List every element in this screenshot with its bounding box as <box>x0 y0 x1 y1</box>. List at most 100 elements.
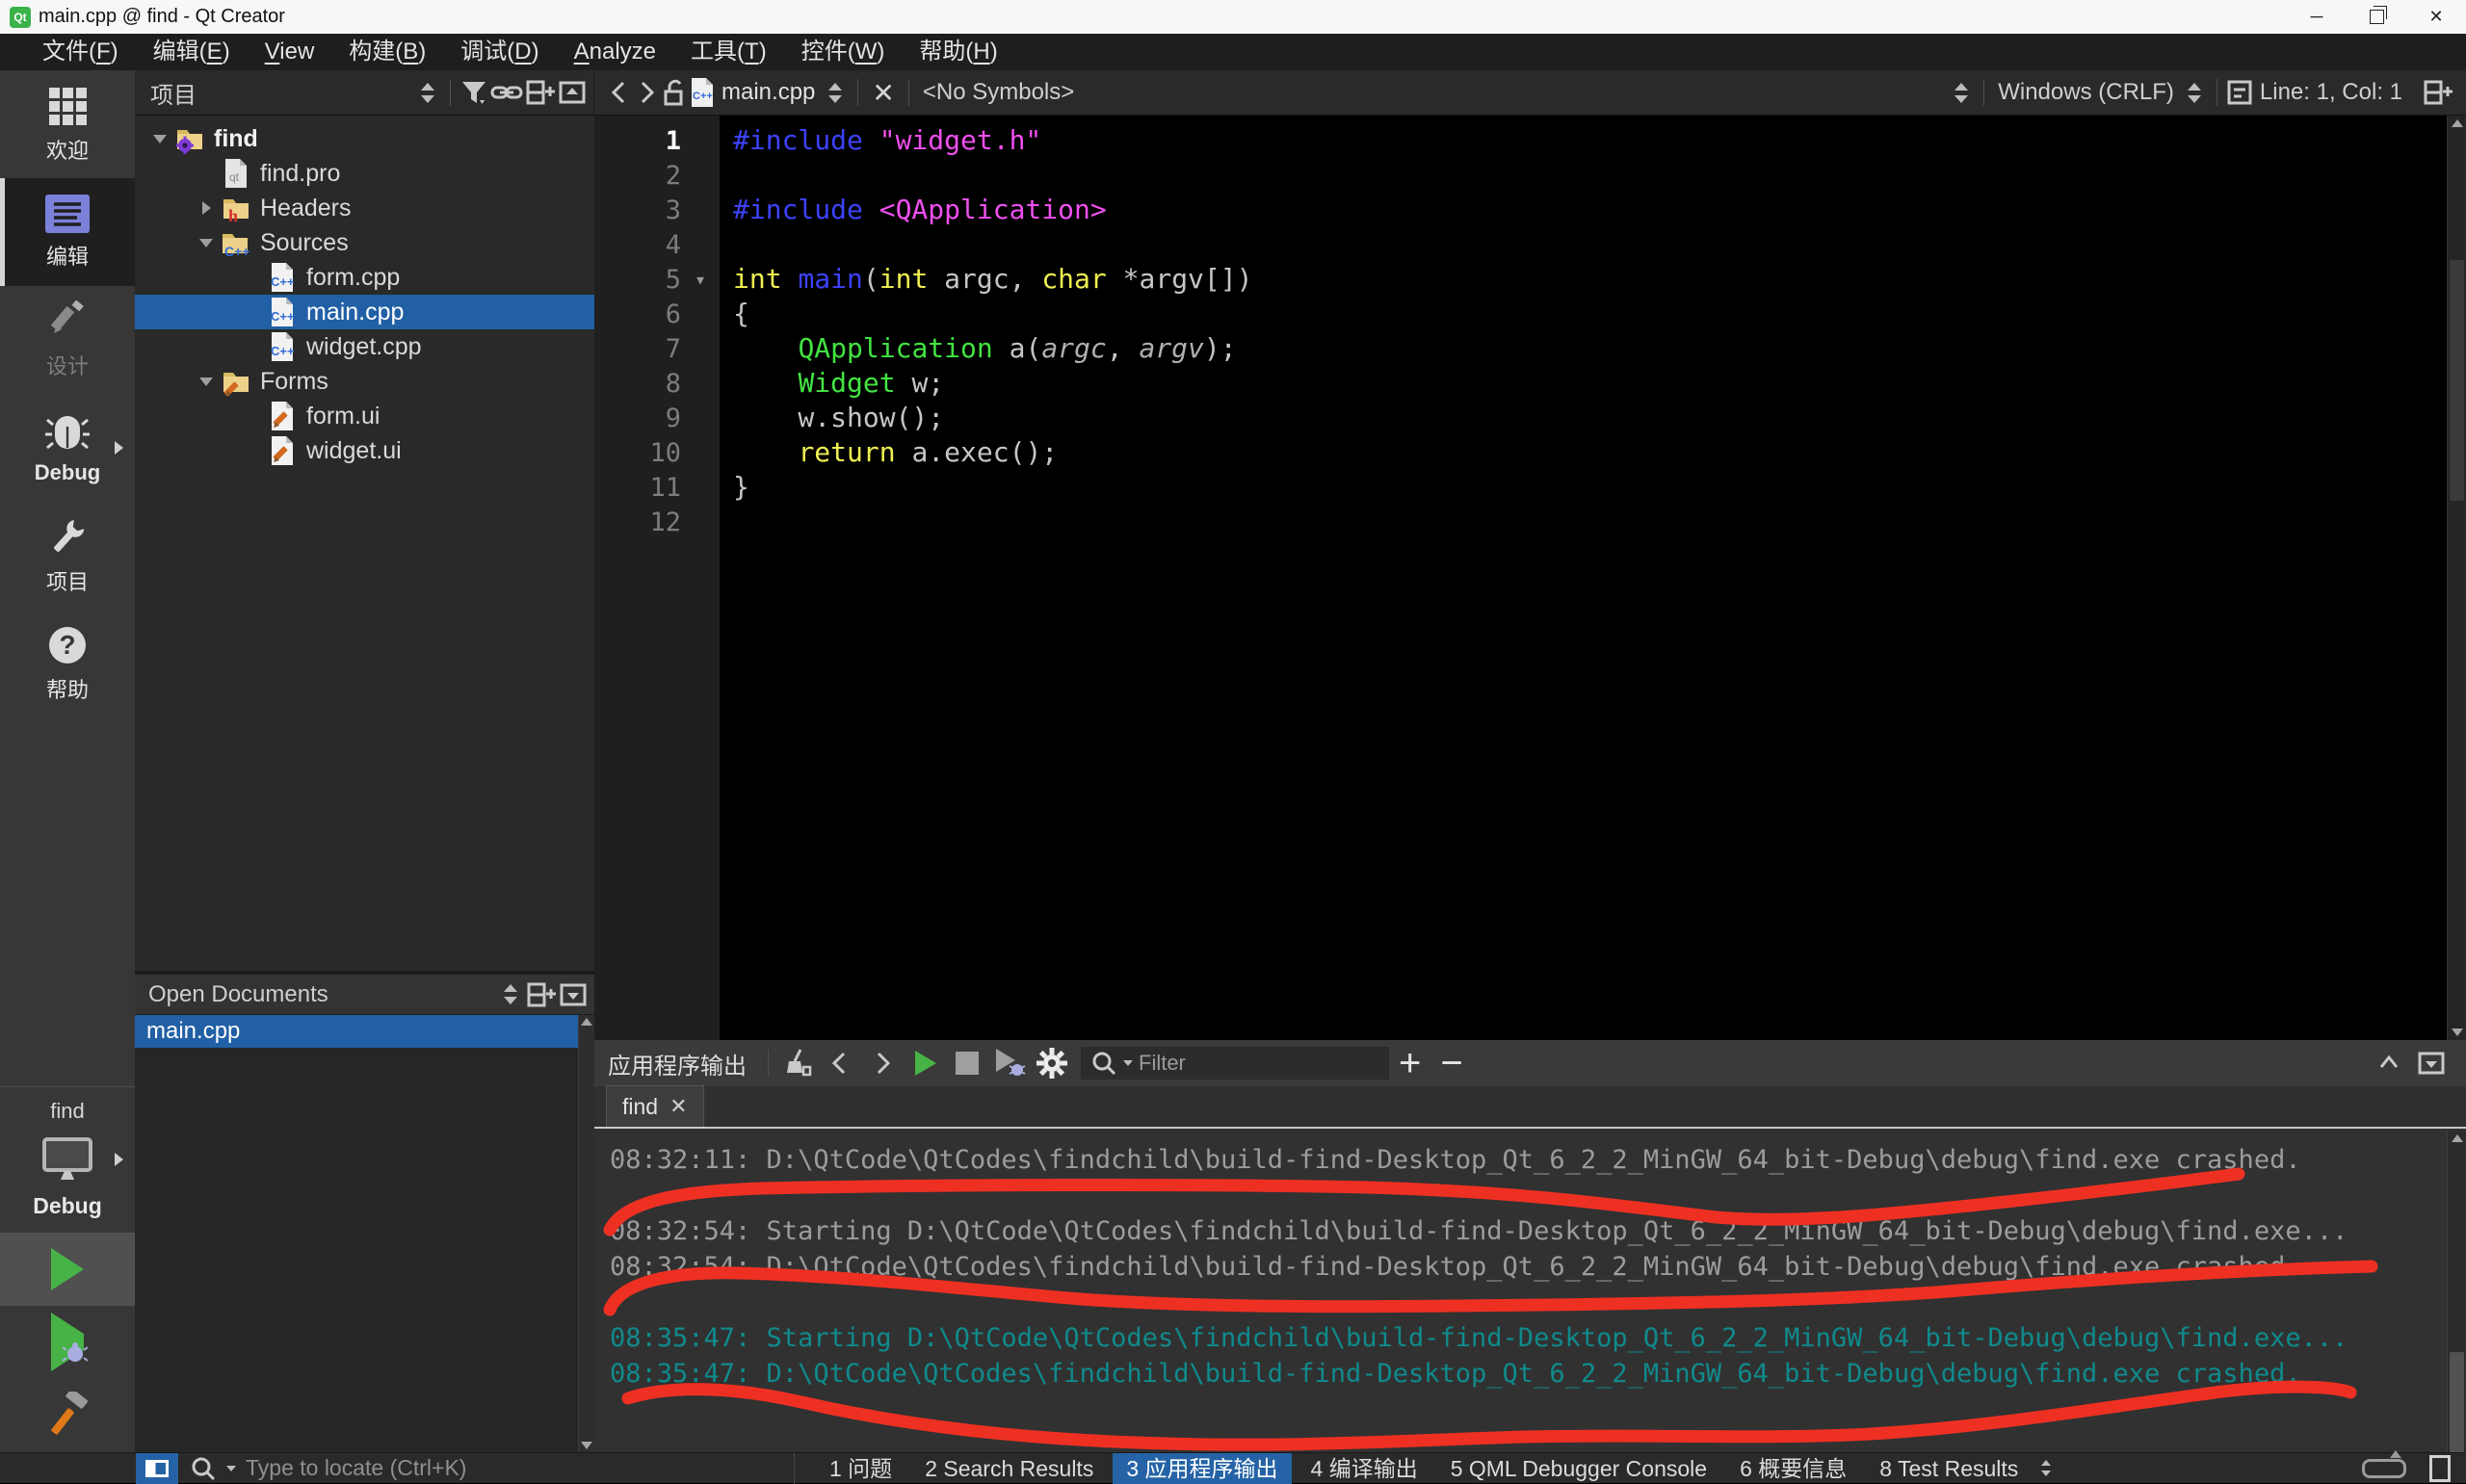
editor-code-area[interactable]: #include "widget.h"#include <QApplicatio… <box>720 116 2447 1040</box>
open-documents-combo[interactable]: Open Documents <box>148 981 328 1008</box>
forward-icon[interactable] <box>633 77 660 108</box>
scroll-up-icon[interactable] <box>2452 1134 2463 1142</box>
line-ending-combo[interactable]: Windows (CRLF) <box>1998 79 2174 106</box>
filter-icon[interactable] <box>459 77 489 108</box>
build-button[interactable] <box>0 1379 135 1452</box>
mode-sidebar: 欢迎编辑设计Debug项目?帮助findDebug <box>0 70 135 1452</box>
pane-button-2[interactable]: 2 Search Results <box>911 1453 1107 1484</box>
expander-open-icon[interactable] <box>193 378 220 386</box>
debug-run-button[interactable] <box>0 1306 135 1379</box>
code-editor[interactable]: 12345▾6789101112 #include "widget.h"#inc… <box>594 116 2466 1040</box>
project-pane-combo[interactable]: 项目 <box>150 76 197 110</box>
tree-item-find.pro[interactable]: qtfind.pro <box>135 156 594 191</box>
run-icon[interactable] <box>904 1044 946 1082</box>
maximize-pane-icon[interactable] <box>2368 1044 2410 1082</box>
sync-with-editor-icon[interactable] <box>489 77 524 108</box>
expander-open-icon[interactable] <box>193 239 220 247</box>
symbols-combo[interactable]: <No Symbols> <box>923 79 1074 106</box>
sidebar-mode-项目[interactable]: 项目 <box>0 502 135 610</box>
pane-button-1[interactable]: 1 问题 <box>816 1453 905 1484</box>
open-documents-scrollbar[interactable] <box>578 1015 594 1452</box>
open-documents-spinner[interactable] <box>504 984 517 1004</box>
scroll-up-icon[interactable] <box>2452 119 2463 127</box>
locator-input[interactable]: Type to locate (Ctrl+K) <box>178 1453 795 1484</box>
output-tab-find[interactable]: find ✕ <box>606 1085 704 1127</box>
close-pane-down-icon[interactable] <box>2410 1044 2453 1082</box>
pane-button-6[interactable]: 6 概要信息 <box>1726 1453 1860 1484</box>
fold-marker-icon[interactable]: ▾ <box>681 268 720 291</box>
file-combo-spinner[interactable] <box>828 83 842 103</box>
zoom-out-button[interactable]: − <box>1430 1044 1472 1082</box>
toggle-left-sidebar-button[interactable] <box>136 1453 178 1484</box>
split-pane-icon[interactable] <box>524 77 557 108</box>
close-pane-down-icon[interactable] <box>558 979 589 1010</box>
output-scrollbar[interactable] <box>2447 1131 2466 1452</box>
close-document-icon[interactable]: ✕ <box>872 77 894 109</box>
close-button[interactable]: ✕ <box>2406 0 2466 34</box>
minimize-button[interactable]: ─ <box>2287 0 2347 34</box>
open-file-combo[interactable]: main.cpp <box>721 79 815 106</box>
open-document-row[interactable]: main.cpp <box>135 1015 578 1048</box>
sidebar-mode-欢迎[interactable]: 欢迎 <box>0 70 135 178</box>
toggle-right-sidebar-button[interactable] <box>2429 1455 2451 1482</box>
pane-buttons-spinner[interactable] <box>2041 1460 2051 1476</box>
menu-item[interactable]: 调试(D) <box>443 34 556 70</box>
menu-item[interactable]: 编辑(E) <box>136 34 248 70</box>
kit-selector-button[interactable] <box>0 1130 135 1189</box>
sidebar-mode-编辑[interactable]: 编辑 <box>0 178 135 286</box>
scrollbar-thumb[interactable] <box>2450 1352 2464 1468</box>
back-icon[interactable] <box>606 77 633 108</box>
tree-item-Headers[interactable]: hHeaders <box>135 191 594 225</box>
close-tab-icon[interactable]: ✕ <box>669 1094 687 1119</box>
menu-item[interactable]: 文件(F) <box>25 34 136 70</box>
run-button[interactable] <box>0 1233 135 1306</box>
tree-item-Forms[interactable]: Forms <box>135 364 594 399</box>
build-progress-icon[interactable] <box>2362 1459 2406 1478</box>
document-info-icon[interactable] <box>2225 78 2254 107</box>
menu-item[interactable]: 工具(T) <box>673 34 784 70</box>
tree-item-form.ui[interactable]: form.ui <box>135 399 594 433</box>
editor-scrollbar[interactable] <box>2447 116 2466 1040</box>
menu-item[interactable]: 控件(W) <box>784 34 903 70</box>
scroll-down-icon[interactable] <box>581 1442 592 1449</box>
line-ending-spinner[interactable] <box>2188 83 2201 103</box>
settings-gear-icon[interactable] <box>1031 1044 1073 1082</box>
scrollbar-thumb[interactable] <box>2450 260 2464 501</box>
expander-closed-icon[interactable] <box>193 201 220 215</box>
locator-placeholder: Type to locate (Ctrl+K) <box>246 1455 466 1481</box>
pane-button-3[interactable]: 3 应用程序输出 <box>1113 1453 1291 1484</box>
split-editor-icon[interactable] <box>2422 77 2454 108</box>
next-item-icon[interactable] <box>861 1044 904 1082</box>
tree-item-widget.ui[interactable]: widget.ui <box>135 433 594 468</box>
symbols-spinner[interactable] <box>1954 83 1968 103</box>
tree-item-widget.cpp[interactable]: C++widget.cpp <box>135 329 594 364</box>
restore-button[interactable] <box>2347 0 2406 34</box>
tree-item-form.cpp[interactable]: C++form.cpp <box>135 260 594 295</box>
menu-item[interactable]: Analyze <box>557 34 673 70</box>
expander-open-icon[interactable] <box>146 135 173 143</box>
scroll-up-icon[interactable] <box>581 1018 592 1026</box>
tree-item-find[interactable]: find <box>135 121 594 156</box>
tree-item-Sources[interactable]: C++Sources <box>135 225 594 260</box>
attach-debugger-icon[interactable] <box>988 1044 1031 1082</box>
menu-item[interactable]: View <box>248 34 332 70</box>
close-pane-up-icon[interactable] <box>557 77 588 108</box>
clear-output-icon[interactable] <box>776 1044 819 1082</box>
split-pane-icon[interactable] <box>525 979 558 1010</box>
pane-button-4[interactable]: 4 编译输出 <box>1298 1453 1431 1484</box>
pane-selector-spinner[interactable] <box>421 83 434 103</box>
zoom-in-button[interactable]: + <box>1389 1044 1430 1082</box>
sidebar-mode-Debug[interactable]: Debug <box>0 394 135 502</box>
tree-item-main.cpp[interactable]: C++main.cpp <box>135 295 594 329</box>
output-filter-input[interactable]: Filter <box>1081 1047 1389 1080</box>
menu-item[interactable]: 构建(B) <box>331 34 443 70</box>
menu-item[interactable]: 帮助(H) <box>902 34 1014 70</box>
scroll-down-icon[interactable] <box>2452 1028 2463 1036</box>
sidebar-mode-帮助[interactable]: ?帮助 <box>0 610 135 717</box>
pane-button-5[interactable]: 5 QML Debugger Console <box>1437 1453 1720 1484</box>
pane-button-8[interactable]: 8 Test Results <box>1866 1453 2032 1484</box>
stop-icon[interactable] <box>946 1044 988 1082</box>
sidebar-mode-设计[interactable]: 设计 <box>0 286 135 394</box>
prev-item-icon[interactable] <box>819 1044 861 1082</box>
output-text-area[interactable]: 08:32:11: D:\QtCode\QtCodes\findchild\bu… <box>594 1131 2447 1452</box>
